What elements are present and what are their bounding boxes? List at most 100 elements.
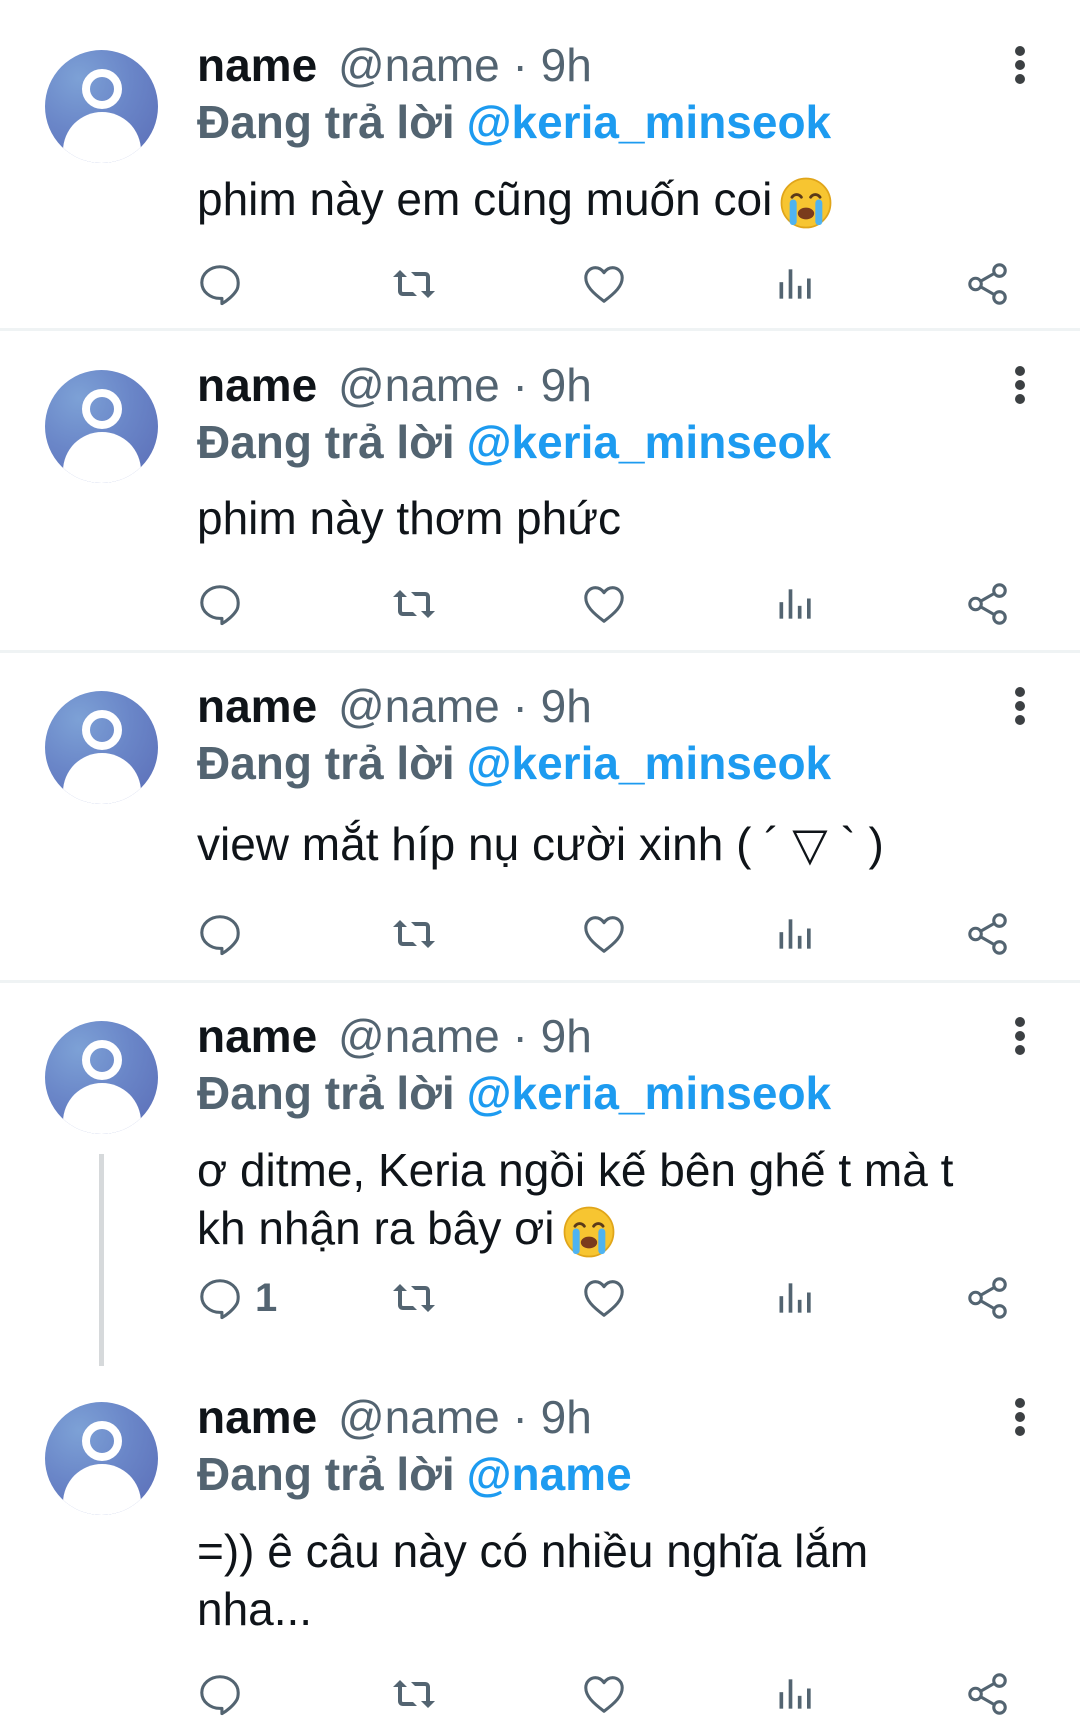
retweet-button[interactable]	[390, 259, 438, 309]
views-button[interactable]	[774, 579, 818, 629]
more-options-icon[interactable]	[1010, 1390, 1030, 1440]
retweet-icon	[390, 910, 438, 958]
tweet-text: phim này em cũng muốn coi	[197, 170, 1047, 231]
retweet-icon	[390, 580, 438, 628]
views-button[interactable]	[774, 259, 818, 309]
reply-button[interactable]	[197, 909, 255, 959]
timestamp[interactable]: 9h	[541, 359, 592, 411]
thread-connector-line	[99, 1154, 104, 1366]
separator-dot: ·	[512, 1010, 528, 1062]
tweet[interactable]: name @name · 9h Đang trả lời @name =)) ê …	[0, 1363, 1080, 1734]
tweet-header: name @name · 9h	[197, 357, 592, 413]
reply-context: Đang trả lời @keria_minseok	[197, 1065, 831, 1121]
display-name[interactable]: name	[197, 680, 317, 732]
reply-icon	[197, 1671, 243, 1717]
share-icon	[965, 261, 1011, 307]
like-button[interactable]	[581, 259, 627, 309]
handle[interactable]: @name	[338, 1391, 500, 1443]
tweet-header: name @name · 9h	[197, 678, 592, 734]
more-options-icon[interactable]	[1010, 38, 1030, 88]
more-options-icon[interactable]	[1010, 679, 1030, 729]
reply-context: Đang trả lời @keria_minseok	[197, 94, 831, 150]
more-options-icon[interactable]	[1010, 358, 1030, 408]
tweet-text-line: ơ ditme, Keria ngồi kế bên ghế t mà t	[197, 1144, 954, 1196]
avatar[interactable]	[45, 1402, 158, 1515]
reply-mention-link[interactable]: @keria_minseok	[467, 416, 832, 468]
views-button[interactable]	[774, 1669, 818, 1719]
reply-label: Đang trả lời	[197, 96, 455, 148]
views-button[interactable]	[774, 909, 818, 959]
action-bar	[0, 579, 1080, 629]
tweet-text-content: view mắt híp nụ cười xinh ( ´ ▽ ` )	[197, 818, 884, 870]
tweet[interactable]: name @name · 9h Đang trả lời @keria_minse…	[0, 0, 1080, 328]
tweet-header: name @name · 9h	[197, 37, 592, 93]
views-icon	[774, 1672, 818, 1716]
reply-mention-link[interactable]: @name	[467, 1448, 632, 1500]
reply-button[interactable]	[197, 1669, 255, 1719]
avatar[interactable]	[45, 691, 158, 804]
reply-label: Đang trả lời	[197, 1448, 455, 1500]
display-name[interactable]: name	[197, 1010, 317, 1062]
display-name[interactable]: name	[197, 359, 317, 411]
tweet-text-content: phim này thơm phức	[197, 492, 622, 544]
like-icon	[581, 911, 627, 957]
timestamp[interactable]: 9h	[541, 39, 592, 91]
reply-mention-link[interactable]: @keria_minseok	[467, 1067, 832, 1119]
reply-count: 1	[255, 1275, 278, 1320]
action-bar	[0, 909, 1080, 959]
retweet-button[interactable]	[390, 1669, 438, 1719]
reply-label: Đang trả lời	[197, 737, 455, 789]
share-button[interactable]	[965, 579, 1011, 629]
like-button[interactable]	[581, 909, 627, 959]
share-button[interactable]	[965, 909, 1011, 959]
tweet-text: view mắt híp nụ cười xinh ( ´ ▽ ` )	[197, 815, 1047, 873]
display-name[interactable]: name	[197, 1391, 317, 1443]
reply-mention-link[interactable]: @keria_minseok	[467, 737, 832, 789]
reply-mention-link[interactable]: @keria_minseok	[467, 96, 832, 148]
reply-button[interactable]	[197, 259, 255, 309]
handle[interactable]: @name	[338, 39, 500, 91]
retweet-button[interactable]	[390, 909, 438, 959]
tweet-text-line: nha...	[197, 1583, 313, 1635]
handle[interactable]: @name	[338, 359, 500, 411]
share-button[interactable]	[965, 1669, 1011, 1719]
like-icon	[581, 261, 627, 307]
avatar[interactable]	[45, 370, 158, 483]
action-bar	[0, 1669, 1080, 1719]
separator-dot: ·	[512, 359, 528, 411]
retweet-button[interactable]	[390, 1273, 438, 1323]
handle[interactable]: @name	[338, 1010, 500, 1062]
more-options-icon[interactable]	[1010, 1009, 1030, 1059]
views-icon	[774, 912, 818, 956]
avatar[interactable]	[45, 1021, 158, 1134]
tweet[interactable]: name @name · 9h Đang trả lời @keria_minse…	[0, 983, 1080, 1366]
share-icon	[965, 1275, 1011, 1321]
like-button[interactable]	[581, 579, 627, 629]
views-icon	[774, 262, 818, 306]
like-button[interactable]	[581, 1273, 627, 1323]
loudly-crying-face-icon	[561, 1204, 617, 1260]
reply-button[interactable]: 1	[197, 1273, 277, 1323]
separator-dot: ·	[512, 39, 528, 91]
handle[interactable]: @name	[338, 680, 500, 732]
timestamp[interactable]: 9h	[541, 1010, 592, 1062]
timestamp[interactable]: 9h	[541, 680, 592, 732]
reply-label: Đang trả lời	[197, 1067, 455, 1119]
tweet-header: name @name · 9h	[197, 1008, 592, 1064]
views-icon	[774, 1276, 818, 1320]
reply-button[interactable]	[197, 579, 255, 629]
share-button[interactable]	[965, 259, 1011, 309]
tweet-text-content: phim này em cũng muốn coi	[197, 173, 773, 225]
timestamp[interactable]: 9h	[541, 1391, 592, 1443]
tweet[interactable]: name @name · 9h Đang trả lời @keria_minse…	[0, 653, 1080, 981]
tweet[interactable]: name @name · 9h Đang trả lời @keria_minse…	[0, 331, 1080, 651]
avatar[interactable]	[45, 50, 158, 163]
reply-icon	[197, 261, 243, 307]
display-name[interactable]: name	[197, 39, 317, 91]
retweet-button[interactable]	[390, 579, 438, 629]
share-icon	[965, 581, 1011, 627]
like-button[interactable]	[581, 1669, 627, 1719]
tweet-text-content: kh nhận ra bây ơi	[197, 1202, 555, 1254]
share-button[interactable]	[965, 1273, 1011, 1323]
views-button[interactable]	[774, 1273, 818, 1323]
